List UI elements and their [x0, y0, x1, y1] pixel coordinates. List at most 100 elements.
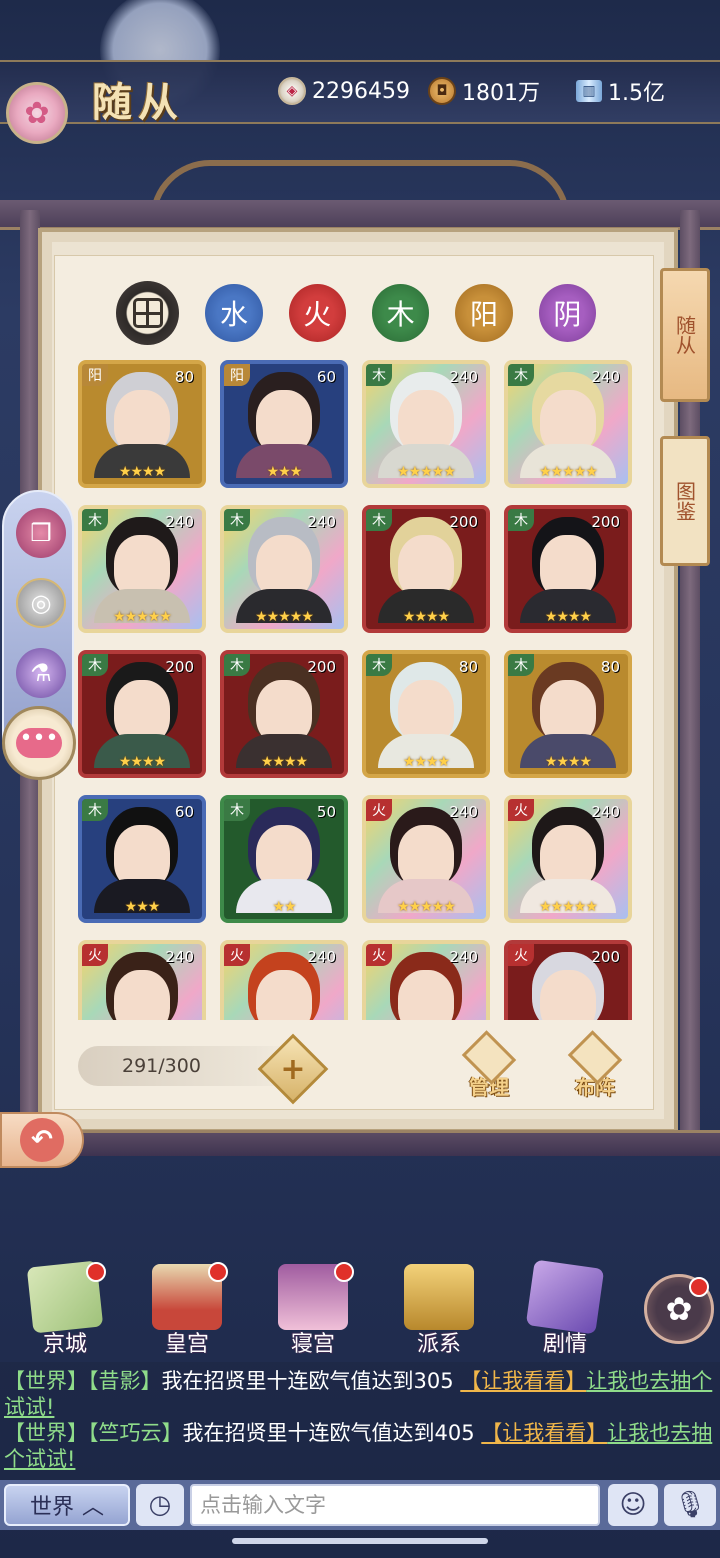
- sakura-menu-button[interactable]: ✿: [644, 1274, 714, 1344]
- chat-link[interactable]: 【让我看看】: [481, 1421, 607, 1445]
- nav-chamber-label: 寝宫: [290, 1332, 335, 1357]
- chat-input[interactable]: [190, 1484, 600, 1526]
- hero-card[interactable]: 木 240 ★★★★★: [362, 360, 490, 488]
- bottom-nav: 京城 皇宫 寝宫 派系 剧情: [0, 1258, 720, 1358]
- hero-card[interactable]: 木 200 ★★★★: [504, 505, 632, 633]
- filter-yin[interactable]: 阴: [538, 284, 596, 342]
- nav-faction[interactable]: 派系: [384, 1258, 494, 1358]
- hero-level: 60: [174, 803, 194, 821]
- hero-card[interactable]: 火 240 ★★★★★: [504, 795, 632, 923]
- book-gift-icon[interactable]: ❒: [16, 508, 66, 558]
- nav-capital[interactable]: 京城: [10, 1258, 120, 1358]
- hero-stars: ★★★★★: [397, 899, 456, 915]
- hero-card[interactable]: 火 240 ★★★★★: [362, 795, 490, 923]
- world-chat[interactable]: 【世界】【昔影】我在招贤里十连欧气值达到305 【让我看看】让我也去抽个试试! …: [0, 1362, 720, 1480]
- hero-card[interactable]: 木 240 ★★★★★: [504, 360, 632, 488]
- tab-atlas[interactable]: 图鉴: [660, 436, 710, 566]
- element-badge: 木: [366, 509, 392, 531]
- hero-card[interactable]: 火 240: [78, 940, 206, 1020]
- hero-portrait: [370, 515, 482, 623]
- hero-card[interactable]: 火 200: [504, 940, 632, 1020]
- hero-stars: ★★★★: [118, 754, 166, 770]
- hero-card[interactable]: 火 240: [220, 940, 348, 1020]
- element-badge: 木: [366, 654, 392, 676]
- hero-portrait: [86, 805, 198, 913]
- coin-value: 1801万: [462, 81, 540, 106]
- hero-portrait: [512, 515, 624, 623]
- chat-bubble-button[interactable]: •••: [2, 706, 76, 780]
- hero-portrait: [512, 805, 624, 913]
- filter-fire[interactable]: 火: [288, 284, 346, 342]
- element-badge: 火: [508, 944, 534, 966]
- filter-wood[interactable]: 木: [371, 284, 430, 342]
- hero-card[interactable]: 木 80 ★★★★: [504, 650, 632, 778]
- hero-level: 240: [449, 803, 478, 821]
- hero-card[interactable]: 木 200 ★★★★: [78, 650, 206, 778]
- nav-palace[interactable]: 皇宫: [132, 1258, 242, 1358]
- hero-grid-viewport[interactable]: 阳 80 ★★★★ 阳 60 ★★★ 木 240 ★★★★★ 木 240 ★★★★★ 木 240 ★★★★★…: [74, 358, 642, 1020]
- hero-portrait: [370, 660, 482, 768]
- hero-stars: ★★★: [124, 899, 161, 915]
- hero-card[interactable]: 阳 60 ★★★: [220, 360, 348, 488]
- grid-icon: [132, 298, 163, 328]
- manage-button[interactable]: 管理: [454, 1030, 524, 1100]
- element-badge: 火: [508, 799, 534, 821]
- chat-user[interactable]: 【竺巧云】: [88, 1421, 183, 1445]
- channel-select-button[interactable]: 世界 ︿: [4, 1484, 130, 1526]
- hero-card[interactable]: 木 200 ★★★★: [362, 505, 490, 633]
- hero-stars: ★★★★★: [255, 609, 314, 625]
- hero-level: 200: [165, 658, 194, 676]
- hero-card[interactable]: 阳 80 ★★★★: [78, 360, 206, 488]
- notification-dot: [208, 1262, 228, 1282]
- voice-button[interactable]: 🎙: [664, 1484, 716, 1526]
- hero-stars: ★★★★: [118, 464, 166, 480]
- formation-button[interactable]: 布阵: [560, 1030, 630, 1100]
- book-icon: ▥: [576, 80, 602, 102]
- hero-portrait: [370, 805, 482, 913]
- book-resource[interactable]: ▥ 1.5亿: [576, 76, 665, 106]
- hero-card[interactable]: 木 240 ★★★★★: [78, 505, 206, 633]
- filter-water[interactable]: 水: [205, 284, 263, 342]
- nav-palace-label: 皇宫: [164, 1332, 209, 1357]
- chat-message: 【世界】【昔影】我在招贤里十连欧气值达到305 【让我看看】让我也去抽个试试!: [4, 1368, 716, 1420]
- potion-icon[interactable]: ⚗: [16, 648, 66, 698]
- tab-retinue[interactable]: 随从: [660, 268, 710, 402]
- hero-stars: ★★★★: [402, 754, 450, 770]
- nav-chamber[interactable]: 寝宫: [258, 1258, 368, 1358]
- chat-user[interactable]: 【昔影】: [88, 1369, 162, 1393]
- hero-level: 240: [165, 513, 194, 531]
- chevron-up-icon: ︿: [82, 1495, 105, 1520]
- chat-link[interactable]: 【让我看看】: [460, 1369, 586, 1393]
- coin-resource[interactable]: ◘ 1801万: [428, 76, 540, 106]
- hero-stars: ★★★★: [260, 754, 308, 770]
- hero-card[interactable]: 木 60 ★★★: [78, 795, 206, 923]
- filter-all[interactable]: [116, 281, 180, 345]
- filter-yang[interactable]: 阳: [455, 284, 513, 342]
- copper-coin-icon: ◘: [428, 77, 456, 105]
- hero-card[interactable]: 木 50 ★★: [220, 795, 348, 923]
- hero-stars: ★★★★: [544, 609, 592, 625]
- hero-stars: ★★★: [266, 464, 303, 480]
- hero-card[interactable]: 木 80 ★★★★: [362, 650, 490, 778]
- hero-stars: ★★: [272, 899, 296, 915]
- nav-story[interactable]: 剧情: [510, 1258, 620, 1358]
- back-button[interactable]: ↶: [0, 1112, 84, 1168]
- hero-card[interactable]: 木 200 ★★★★: [220, 650, 348, 778]
- hero-level: 240: [165, 948, 194, 966]
- element-badge: 阳: [82, 364, 108, 386]
- history-button[interactable]: ◷: [136, 1484, 184, 1526]
- hero-level: 240: [449, 948, 478, 966]
- hero-card[interactable]: 火 240: [362, 940, 490, 1020]
- yuanbao-resource[interactable]: ◈ 2296459: [278, 76, 410, 106]
- hero-level: 240: [591, 368, 620, 386]
- chat-text: 我在招贤里十连欧气值达到405: [182, 1421, 475, 1445]
- hero-card[interactable]: 木 240 ★★★★★: [220, 505, 348, 633]
- silver-coin-icon[interactable]: ◎: [16, 578, 66, 628]
- chat-input-bar: 世界 ︿ ◷ ☺ 🎙: [0, 1480, 720, 1530]
- emoji-button[interactable]: ☺: [608, 1484, 658, 1526]
- frame-top-beam: [0, 200, 720, 230]
- hero-stars: ★★★★★: [539, 899, 598, 915]
- story-icon: [525, 1259, 605, 1335]
- yuanbao-icon: ◈: [278, 77, 306, 105]
- hero-stars: ★★★★: [544, 754, 592, 770]
